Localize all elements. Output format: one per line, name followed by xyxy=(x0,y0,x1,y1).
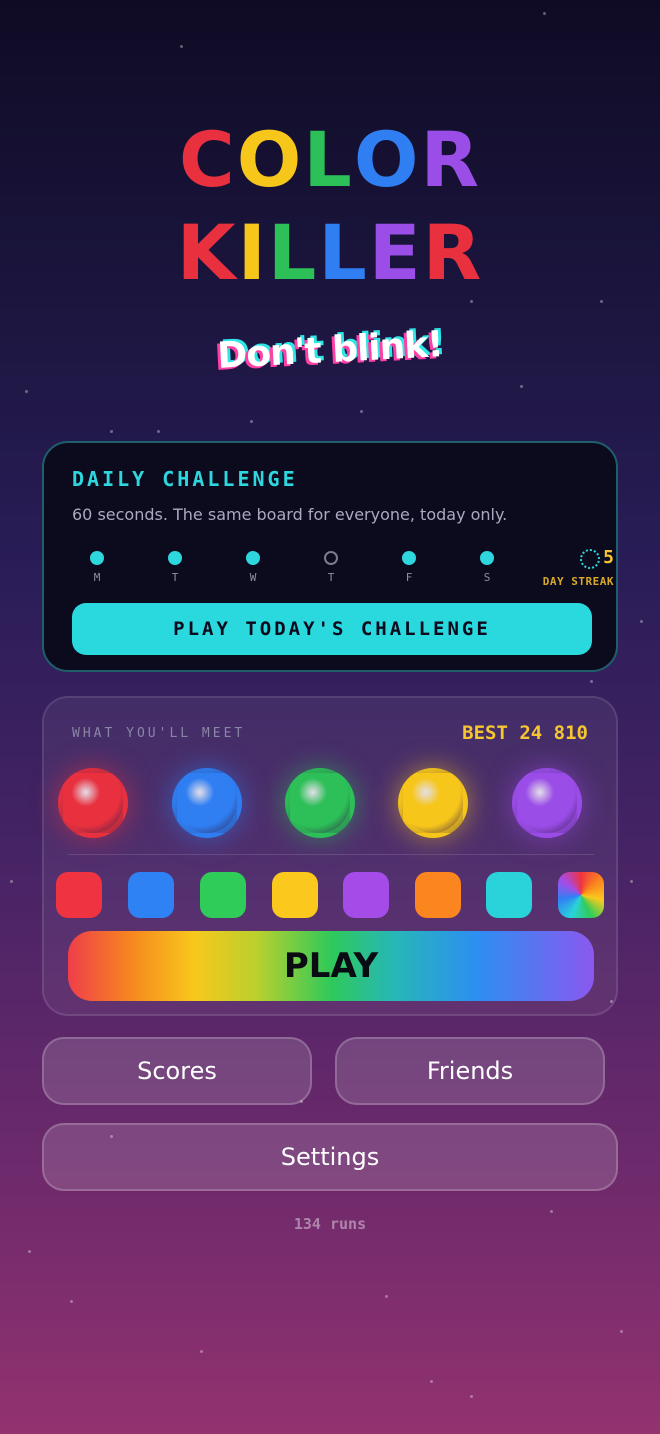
day-complete-dot xyxy=(90,551,104,565)
star xyxy=(543,12,546,15)
daily-challenge-description: 60 seconds. The same board for everyone,… xyxy=(72,505,508,524)
tagline: Don't blink! xyxy=(0,313,660,388)
streak-day: S xyxy=(472,551,502,584)
color-swatch xyxy=(343,872,389,918)
color-orb xyxy=(398,768,468,838)
title-line-killer: KILLER xyxy=(0,215,660,291)
day-complete-dot xyxy=(168,551,182,565)
title-letter: O xyxy=(236,115,304,204)
day-complete-dot xyxy=(402,551,416,565)
title-letter: O xyxy=(353,115,421,204)
title-letter: C xyxy=(179,115,237,204)
day-missed-dot xyxy=(324,551,338,565)
streak-label: DAY STREAK xyxy=(542,575,614,588)
day-label: S xyxy=(483,571,491,584)
divider xyxy=(68,854,594,855)
streak-day: F xyxy=(394,551,424,584)
star xyxy=(28,1250,31,1253)
day-complete-dot xyxy=(480,551,494,565)
color-swatch xyxy=(272,872,318,918)
star xyxy=(520,385,523,388)
star xyxy=(180,45,183,48)
color-orb xyxy=(172,768,242,838)
title-letter: L xyxy=(318,208,369,297)
color-swatch xyxy=(415,872,461,918)
title-letter: R xyxy=(420,115,481,204)
title-letter: R xyxy=(422,208,484,297)
day-label: T xyxy=(327,571,335,584)
star xyxy=(157,430,160,433)
rainbow-swatch xyxy=(558,872,604,918)
color-orb xyxy=(285,768,355,838)
star xyxy=(360,410,363,413)
streak-indicator: 5 DAY STREAK xyxy=(518,547,614,588)
color-orb xyxy=(512,768,582,838)
star xyxy=(590,680,593,683)
day-label: T xyxy=(171,571,179,584)
friends-button[interactable]: Friends xyxy=(335,1037,605,1105)
runs-count: 134 runs xyxy=(293,1215,367,1233)
title-letter: I xyxy=(237,208,268,297)
streak-day: T xyxy=(160,551,190,584)
what-youll-meet-card: WHAT YOU'LL MEET BEST 24 810 PLAY xyxy=(42,696,618,1016)
star xyxy=(200,1350,203,1353)
streak-day: W xyxy=(238,551,268,584)
star xyxy=(630,880,633,883)
color-swatch xyxy=(486,872,532,918)
play-daily-challenge-button[interactable]: PLAY TODAY'S CHALLENGE xyxy=(72,603,592,655)
star xyxy=(600,300,603,303)
day-label: F xyxy=(405,571,413,584)
settings-button[interactable]: Settings xyxy=(42,1123,618,1191)
color-swatch xyxy=(56,872,102,918)
color-orb xyxy=(58,768,128,838)
star xyxy=(470,300,473,303)
streak-day: T xyxy=(316,551,346,584)
streak-day: M xyxy=(82,551,112,584)
tagline-text: Don't blink! xyxy=(216,324,444,377)
daily-challenge-card: DAILY CHALLENGE 60 seconds. The same boa… xyxy=(42,441,618,672)
day-complete-dot xyxy=(246,551,260,565)
day-label: W xyxy=(249,571,257,584)
color-swatch xyxy=(200,872,246,918)
title-line-color: COLOR xyxy=(0,122,660,198)
daily-challenge-title: DAILY CHALLENGE xyxy=(72,467,298,491)
star xyxy=(10,880,13,883)
day-label: M xyxy=(93,571,101,584)
color-swatch xyxy=(128,872,174,918)
star xyxy=(620,1330,623,1333)
title-letter: K xyxy=(176,208,238,297)
best-score: BEST 24 810 xyxy=(462,722,588,744)
star xyxy=(430,1380,433,1383)
streak-count: 5 xyxy=(603,547,614,568)
star xyxy=(70,1300,73,1303)
streak-progress-icon xyxy=(580,549,600,569)
what-youll-meet-label: WHAT YOU'LL MEET xyxy=(72,726,246,741)
star xyxy=(250,420,253,423)
star xyxy=(385,1295,388,1298)
play-button[interactable]: PLAY xyxy=(68,931,594,1001)
title-letter: L xyxy=(303,115,354,204)
title-letter: E xyxy=(368,208,423,297)
star xyxy=(640,620,643,623)
star xyxy=(25,390,28,393)
star xyxy=(470,1395,473,1398)
star xyxy=(110,430,113,433)
title-letter: L xyxy=(267,208,319,297)
star xyxy=(550,1210,553,1213)
scores-button[interactable]: Scores xyxy=(42,1037,312,1105)
